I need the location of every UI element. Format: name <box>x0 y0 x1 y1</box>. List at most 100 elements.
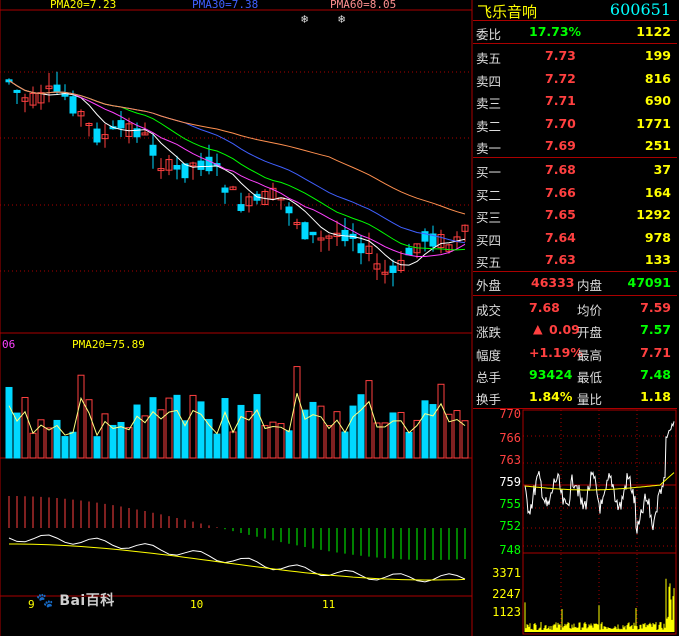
volume-bar <box>293 366 301 459</box>
price-tick: 752 <box>499 519 521 533</box>
candle-body <box>93 128 101 143</box>
kline-chart[interactable] <box>0 0 473 636</box>
volume-bar <box>421 400 429 459</box>
volume: 690 <box>644 93 671 108</box>
quote-panel: 飞乐音响 600651 委比 17.73% 1122 卖五 7.73 199 卖四… <box>473 0 679 636</box>
stat-row: 总手 93424 最低 7.48 <box>476 366 671 385</box>
price-tick: 763 <box>499 453 521 467</box>
ask-row-5[interactable]: 卖五 7.73 199 <box>473 45 677 67</box>
bid-row-2[interactable]: 买二 7.66 164 <box>473 182 677 204</box>
price: 7.72 <box>545 70 576 86</box>
macd-dif-line <box>8 534 466 583</box>
stat-value: 93424 <box>529 366 573 382</box>
volume-bar <box>149 397 157 459</box>
volume-bar <box>349 405 357 459</box>
stat-value: 7.48 <box>640 366 671 382</box>
bid-row-4[interactable]: 买四 7.64 978 <box>473 227 677 249</box>
volume-bar <box>109 424 117 459</box>
paw-icon: 🐾 <box>36 593 54 609</box>
candle-body <box>405 247 413 256</box>
volume-bar <box>309 401 317 459</box>
ask-row-1[interactable]: 卖一 7.69 251 <box>473 135 677 157</box>
candle-body <box>149 144 157 156</box>
volume-bar <box>61 436 69 459</box>
stat-row: 换手 1.84% 量比 1.18 <box>476 389 671 408</box>
volume: 164 <box>644 184 671 200</box>
candle-body <box>285 206 293 214</box>
volume-bar <box>13 412 21 459</box>
candle-body <box>181 163 189 179</box>
outer-volume: 46333 <box>531 275 575 290</box>
price: 7.69 <box>545 138 576 153</box>
volume-bar <box>133 404 141 459</box>
volume-bar <box>261 425 269 459</box>
volume-bar <box>365 380 373 459</box>
bid-row-3[interactable]: 买三 7.65 1292 <box>473 204 677 226</box>
volume-bar <box>5 386 13 459</box>
candle-body <box>205 156 213 172</box>
snowflake-icon: ❄ <box>338 12 346 26</box>
volume-bars <box>5 366 469 459</box>
price-tick: 748 <box>499 543 521 557</box>
volume-bar <box>461 420 469 459</box>
volume-bar <box>333 411 341 459</box>
price: 7.71 <box>545 93 576 108</box>
volume: 1292 <box>636 207 671 222</box>
volume-indicator-label: 06 <box>2 338 16 351</box>
candle-body <box>173 165 181 170</box>
x-label-10: 10 <box>190 598 204 611</box>
candle-body <box>309 231 317 236</box>
ask-row-2[interactable]: 卖二 7.70 1771 <box>473 113 677 135</box>
baidu-watermark: 🐾 Bai百科 <box>36 593 115 609</box>
candle-body <box>13 89 21 93</box>
volume-bar <box>189 394 197 459</box>
candle-body <box>197 160 205 170</box>
inner-volume: 47091 <box>627 275 672 290</box>
order-ratio-diff: 1122 <box>636 24 671 39</box>
candle-body <box>221 187 229 193</box>
stat-value: 1.18 <box>640 389 671 405</box>
ma10-line <box>8 80 466 257</box>
price: 7.64 <box>545 229 576 245</box>
price: 7.70 <box>545 115 576 131</box>
bid-row-5[interactable]: 买五 7.63 133 <box>473 249 677 271</box>
volume-bar <box>45 427 53 459</box>
x-label-9: 9 <box>28 598 35 611</box>
stat-value: 7.59 <box>640 300 671 315</box>
snowflake-icon: ❄ <box>301 12 309 26</box>
volume-bar <box>397 411 405 459</box>
price: 7.73 <box>545 48 576 63</box>
ma5-line <box>8 80 466 266</box>
macd-bars <box>8 496 466 560</box>
x-label-11: 11 <box>322 598 336 611</box>
stock-name: 飞乐音响 <box>477 3 538 21</box>
price: 7.63 <box>545 252 576 267</box>
volume: 199 <box>644 48 671 63</box>
stock-code: 600651 <box>609 0 671 19</box>
volume-bar <box>253 394 261 459</box>
candle-body <box>117 120 125 129</box>
price-tick: 755 <box>499 497 521 511</box>
volume: 816 <box>644 70 671 86</box>
ask-row-3[interactable]: 卖三 7.71 690 <box>473 90 677 112</box>
candle-body <box>69 96 77 114</box>
up-triangle-icon: ▲ <box>533 321 543 337</box>
volume-bar <box>357 394 365 459</box>
volume-bar <box>125 427 133 459</box>
volume-bar <box>21 396 29 459</box>
volume-bar <box>221 398 229 459</box>
price: 7.65 <box>545 207 576 222</box>
bid-row-1[interactable]: 买一 7.68 37 <box>473 159 677 181</box>
volume-tick: 2247 <box>492 587 521 601</box>
volume: 978 <box>644 229 671 245</box>
kline-chart-area[interactable]: PMA20=7.23 PMA30=7.38 PMA60=8.05 ❄ ❄ 06 … <box>0 0 473 636</box>
stat-value: 0.09 <box>549 322 580 338</box>
outer-inner-row: 外盘 46333 内盘 47091 <box>476 275 672 293</box>
volume-bar <box>165 397 173 459</box>
volume-bar <box>453 410 461 459</box>
intraday-chart[interactable]: 770 766 763 759 755 752 748 3371 2247 1123 <box>473 408 679 636</box>
price: 7.66 <box>545 184 576 200</box>
volume-ma-line <box>8 393 466 437</box>
ma60-label: PMA60=8.05 <box>330 0 397 11</box>
ask-row-4[interactable]: 卖四 7.72 816 <box>473 68 677 90</box>
